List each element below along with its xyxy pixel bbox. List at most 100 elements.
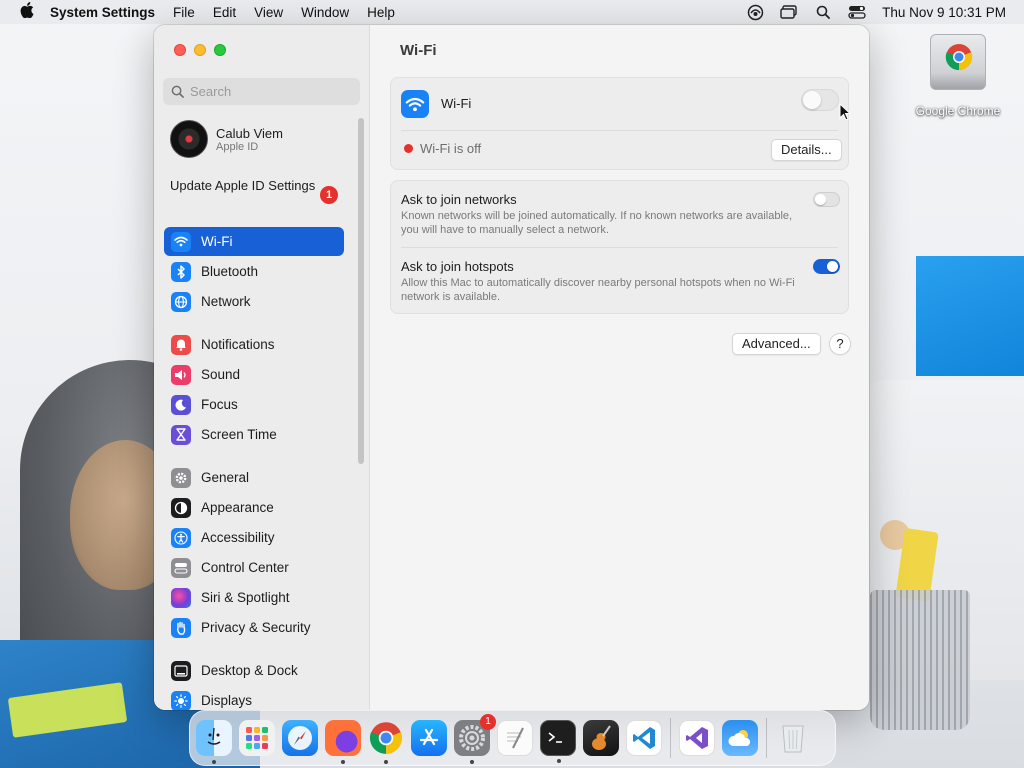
sidebar-item-notifications[interactable]: Notifications xyxy=(164,330,344,359)
dock-icon xyxy=(171,660,191,681)
dock-visual-studio-icon[interactable] xyxy=(679,720,715,756)
dock-firefox-icon[interactable] xyxy=(325,720,361,764)
ask-networks-title: Ask to join networks xyxy=(401,192,517,207)
sidebar-item-label: Privacy & Security xyxy=(201,620,311,635)
sidebar-item-label: Desktop & Dock xyxy=(201,663,298,678)
divider xyxy=(401,130,838,131)
dock-launchpad-icon[interactable] xyxy=(239,720,275,756)
dock-app-store-icon[interactable] xyxy=(411,720,447,756)
menu-file[interactable]: File xyxy=(164,5,204,20)
sidebar-item-label: General xyxy=(201,470,250,485)
dock-garageband-icon[interactable] xyxy=(583,720,619,756)
mouse-pointer-icon xyxy=(839,103,851,121)
appearance-icon xyxy=(171,497,191,518)
vpn-status-icon[interactable] xyxy=(746,4,764,20)
desktop-chrome-icon[interactable]: Google Chrome xyxy=(910,34,1006,118)
dock-vscode-icon[interactable] xyxy=(626,720,662,756)
join-options-card: Ask to join networks Known networks will… xyxy=(390,180,849,314)
sidebar: Calub Viem Apple ID Update Apple ID Sett… xyxy=(154,25,370,710)
dock-system-settings-icon[interactable]: 1 xyxy=(454,714,496,764)
menu-edit[interactable]: Edit xyxy=(204,5,245,20)
moon-icon xyxy=(171,394,191,415)
search-input[interactable] xyxy=(190,84,350,99)
apple-id-account[interactable]: Calub Viem Apple ID xyxy=(170,120,283,158)
bluetooth-icon xyxy=(171,261,191,282)
sidebar-item-general[interactable]: General xyxy=(164,463,344,492)
sidebar-scrollbar[interactable] xyxy=(358,118,364,464)
accessibility-icon xyxy=(171,527,191,548)
running-indicator xyxy=(557,759,561,763)
screen-mirroring-icon[interactable] xyxy=(780,4,798,20)
avatar xyxy=(170,120,208,158)
wallpaper-blue-cube xyxy=(916,256,1024,376)
wifi-icon xyxy=(171,231,191,252)
sidebar-item-displays[interactable]: Displays xyxy=(164,686,344,710)
system-settings-window: Calub Viem Apple ID Update Apple ID Sett… xyxy=(154,25,869,710)
wifi-large-icon xyxy=(401,90,429,118)
menu-app-name[interactable]: System Settings xyxy=(44,5,164,20)
dock-chrome-icon[interactable] xyxy=(368,720,404,764)
main-pane: Wi-Fi Wi-Fi Wi-Fi is off Details... Ask … xyxy=(370,25,869,710)
account-subtitle: Apple ID xyxy=(216,140,259,153)
details-button[interactable]: Details... xyxy=(771,139,842,161)
window-zoom-button[interactable] xyxy=(214,44,226,56)
divider xyxy=(401,247,838,248)
sidebar-item-focus[interactable]: Focus xyxy=(164,390,344,419)
update-apple-id-settings[interactable]: Update Apple ID Settings xyxy=(170,178,340,194)
dock-finder-icon[interactable] xyxy=(196,720,232,764)
dock-badge: 1 xyxy=(480,714,496,730)
sidebar-item-label: Bluetooth xyxy=(201,264,259,279)
spotlight-search-icon[interactable] xyxy=(814,4,832,20)
search-icon xyxy=(171,85,184,98)
gear-icon xyxy=(171,467,191,488)
dock: 1 xyxy=(189,710,836,766)
menu-help[interactable]: Help xyxy=(358,5,404,20)
dock-textedit-icon[interactable] xyxy=(497,720,533,756)
search-field[interactable] xyxy=(163,78,360,105)
sidebar-item-screen-time[interactable]: Screen Time xyxy=(164,420,344,449)
drive-icon xyxy=(930,34,986,90)
wallpaper-pencil-cup xyxy=(870,590,970,730)
ask-hotspots-toggle[interactable] xyxy=(813,259,840,274)
sidebar-item-label: Network xyxy=(201,294,251,309)
wifi-label: Wi-Fi xyxy=(441,96,472,111)
bell-icon xyxy=(171,334,191,355)
sidebar-item-label: Control Center xyxy=(201,560,289,575)
sidebar-item-desktop-dock[interactable]: Desktop & Dock xyxy=(164,656,344,685)
desktop-chrome-label: Google Chrome xyxy=(915,104,1001,118)
window-close-button[interactable] xyxy=(174,44,186,56)
chrome-logo-icon xyxy=(945,44,973,71)
sidebar-item-network[interactable]: Network xyxy=(164,287,344,316)
wifi-toggle[interactable] xyxy=(801,89,839,111)
menu-view[interactable]: View xyxy=(245,5,292,20)
sidebar-item-wifi[interactable]: Wi-Fi xyxy=(164,227,344,256)
running-indicator xyxy=(384,760,388,764)
sidebar-item-siri-spotlight[interactable]: Siri & Spotlight xyxy=(164,583,344,612)
dock-safari-icon[interactable] xyxy=(282,720,318,756)
menubar-clock[interactable]: Thu Nov 9 10:31 PM xyxy=(882,5,1014,20)
sidebar-item-privacy-security[interactable]: Privacy & Security xyxy=(164,613,344,642)
advanced-button[interactable]: Advanced... xyxy=(732,333,821,355)
sidebar-item-control-center[interactable]: Control Center xyxy=(164,553,344,582)
sidebar-item-accessibility[interactable]: Accessibility xyxy=(164,523,344,552)
globe-icon xyxy=(171,291,191,312)
sidebar-item-appearance[interactable]: Appearance xyxy=(164,493,344,522)
help-button[interactable]: ? xyxy=(829,333,851,355)
sidebar-item-label: Focus xyxy=(201,397,238,412)
window-minimize-button[interactable] xyxy=(194,44,206,56)
dock-weather-icon[interactable] xyxy=(722,720,758,756)
ask-hotspots-description: Allow this Mac to automatically discover… xyxy=(401,277,795,303)
sidebar-item-label: Notifications xyxy=(201,337,275,352)
wifi-status-text: Wi-Fi is off xyxy=(420,141,482,156)
sidebar-item-label: Siri & Spotlight xyxy=(201,590,290,605)
control-center-icon xyxy=(171,557,191,578)
control-center-menu-icon[interactable] xyxy=(848,4,866,20)
dock-trash-icon[interactable] xyxy=(775,720,811,756)
dock-terminal-icon[interactable] xyxy=(540,720,576,763)
ask-networks-toggle[interactable] xyxy=(813,192,840,207)
sidebar-item-sound[interactable]: Sound xyxy=(164,360,344,389)
sidebar-item-bluetooth[interactable]: Bluetooth xyxy=(164,257,344,286)
apple-menu-icon[interactable] xyxy=(10,1,44,23)
menu-window[interactable]: Window xyxy=(292,5,358,20)
running-indicator xyxy=(341,760,345,764)
